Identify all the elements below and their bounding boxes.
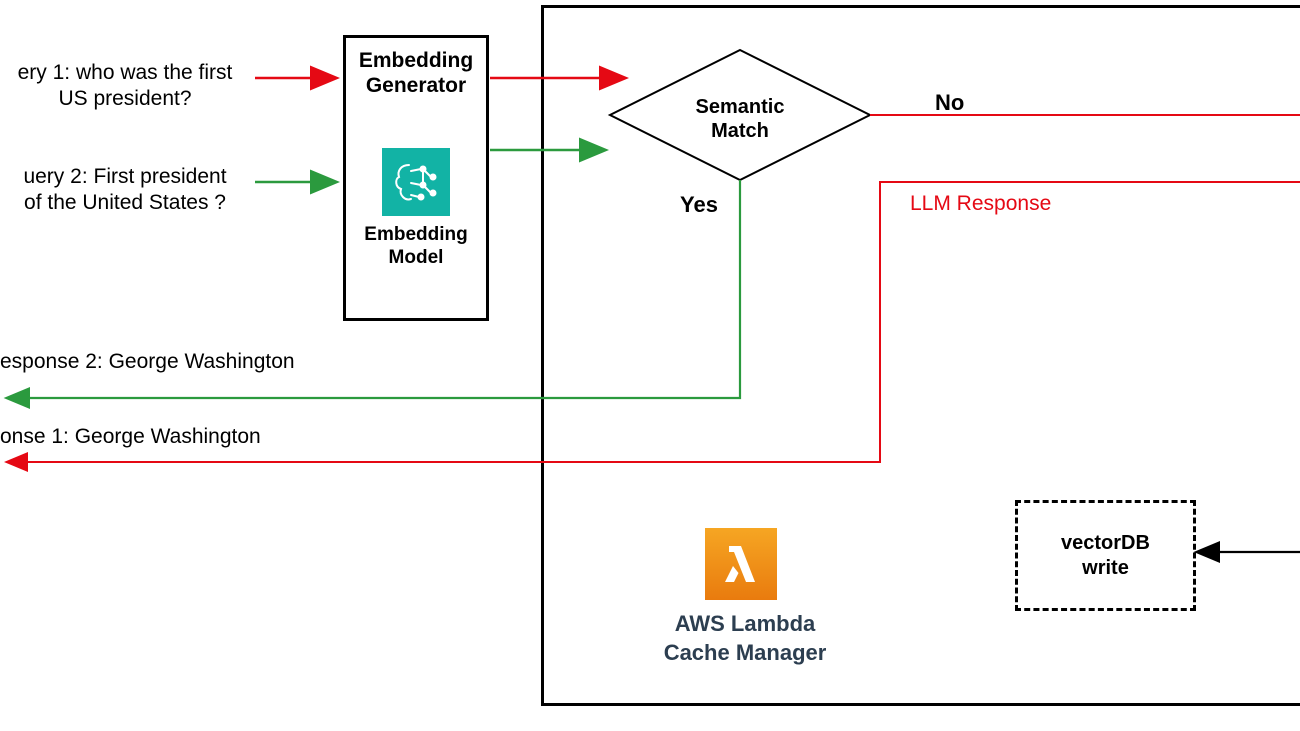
arrow-yes-to-response2 (8, 180, 740, 398)
arrows-svg (0, 0, 1300, 731)
arrow-llm-to-response1 (8, 182, 1300, 462)
